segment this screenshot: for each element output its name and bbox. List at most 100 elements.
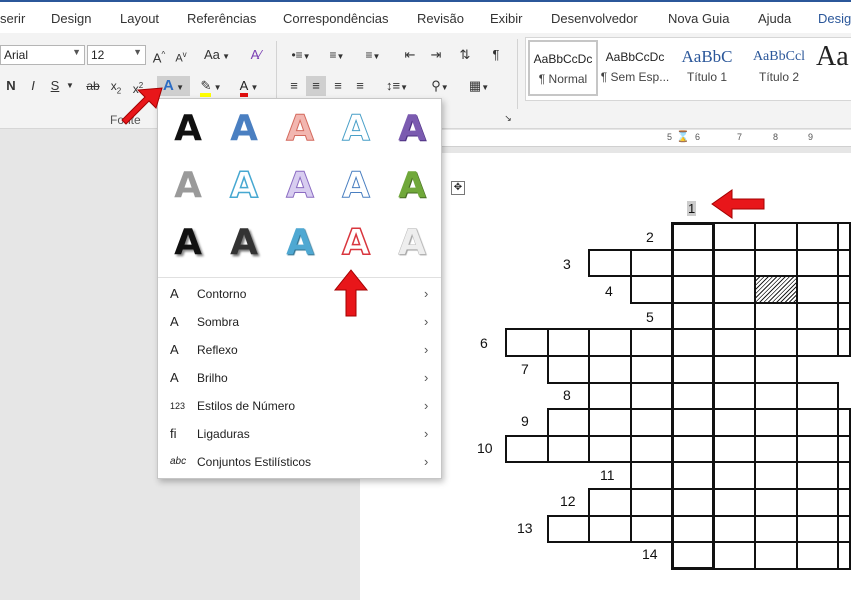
tab-correspondencias[interactable]: Correspondências: [283, 11, 389, 26]
bullets-button[interactable]: •≡▼: [286, 45, 316, 65]
menu-item-stylistic-sets[interactable]: abc Conjuntos Estilísticos ›: [158, 448, 441, 476]
tab-nova-guia[interactable]: Nova Guia: [668, 11, 729, 26]
menu-item-shadow[interactable]: A Sombra ›: [158, 308, 441, 336]
font-name-combo[interactable]: Arial ▼: [0, 45, 85, 65]
crossword-cell[interactable]: [796, 302, 839, 330]
style-title[interactable]: Aa: [816, 40, 850, 96]
crossword-cell[interactable]: [837, 408, 851, 437]
text-effect-option[interactable]: A: [390, 107, 434, 151]
crossword-cell[interactable]: [796, 515, 839, 543]
tab-design-table[interactable]: Desig: [818, 11, 851, 26]
crossword-cell[interactable]: [796, 541, 839, 570]
crossword-cell[interactable]: [837, 302, 851, 330]
change-case-button[interactable]: Aa ▼: [202, 45, 232, 65]
crossword-cell[interactable]: [588, 328, 632, 357]
shading-button[interactable]: ⚲▼: [425, 76, 455, 96]
text-effect-option[interactable]: A: [278, 107, 322, 151]
text-effect-option[interactable]: A: [334, 107, 378, 151]
crossword-answer-column[interactable]: [671, 222, 715, 570]
shrink-font-button[interactable]: Av: [172, 45, 190, 65]
crossword-cell[interactable]: [547, 355, 590, 384]
text-effect-option[interactable]: A: [222, 107, 266, 151]
table-move-handle-icon[interactable]: ✥: [451, 181, 465, 195]
crossword-cell[interactable]: [754, 461, 798, 490]
crossword-cell[interactable]: [754, 541, 798, 570]
style-heading-2[interactable]: AaBbCcl Título 2: [744, 40, 814, 96]
line-spacing-button[interactable]: ↕≡▼: [380, 76, 414, 96]
crossword-cell[interactable]: [713, 382, 756, 410]
text-effect-option[interactable]: A: [166, 164, 210, 208]
text-effect-option[interactable]: A: [222, 221, 266, 265]
crossword-cell[interactable]: [796, 249, 839, 277]
crossword-cell[interactable]: [796, 488, 839, 517]
crossword-cell[interactable]: [713, 249, 756, 277]
crossword-cell[interactable]: [754, 222, 798, 251]
crossword-cell[interactable]: [754, 515, 798, 543]
tab-exibir[interactable]: Exibir: [490, 11, 523, 26]
text-effect-option[interactable]: A: [222, 164, 266, 208]
sort-button[interactable]: ⇅: [455, 45, 475, 65]
crossword-cell[interactable]: [588, 435, 632, 463]
horizontal-ruler[interactable]: 5 6 7 8 9 ⌛: [440, 130, 851, 147]
menu-item-number-styles[interactable]: 123 Estilos de Número ›: [158, 392, 441, 420]
crossword-cell[interactable]: [754, 435, 798, 463]
crossword-cell[interactable]: [713, 328, 756, 357]
highlight-color-button[interactable]: ✎ ▼: [194, 76, 228, 97]
crossword-cell[interactable]: [588, 488, 632, 517]
crossword-cell[interactable]: [713, 222, 756, 251]
crossword-cell[interactable]: [713, 275, 756, 304]
crossword-cell[interactable]: [630, 328, 673, 357]
crossword-cell[interactable]: [837, 328, 851, 357]
style-no-spacing[interactable]: AaBbCcDc ¶ Sem Esp...: [600, 40, 670, 96]
crossword-cell[interactable]: [837, 435, 851, 463]
indent-marker-icon[interactable]: ⌛: [676, 130, 690, 143]
chevron-down-icon[interactable]: ▼: [64, 76, 76, 96]
tab-referencias[interactable]: Referências: [187, 11, 256, 26]
crossword-cell[interactable]: [588, 249, 632, 277]
font-size-combo[interactable]: 12 ▼: [87, 45, 146, 65]
crossword-cell[interactable]: [837, 488, 851, 517]
underline-button[interactable]: S: [46, 76, 64, 96]
grow-font-button[interactable]: A^: [150, 45, 168, 65]
crossword-cell[interactable]: [505, 435, 549, 463]
text-effect-option[interactable]: A: [166, 221, 210, 265]
style-normal[interactable]: AaBbCcDc ¶ Normal: [528, 40, 598, 96]
crossword-cell[interactable]: [837, 222, 851, 251]
crossword-cell[interactable]: [713, 541, 756, 570]
multilevel-list-button[interactable]: ≡▼: [358, 45, 388, 65]
increase-indent-button[interactable]: ⇥: [426, 45, 446, 65]
menu-item-ligatures[interactable]: fi Ligaduras ›: [158, 420, 441, 448]
tab-desenvolvedor[interactable]: Desenvolvedor: [551, 11, 638, 26]
crossword-cell[interactable]: [630, 275, 673, 304]
crossword-cell[interactable]: [505, 328, 549, 357]
text-effect-option[interactable]: A: [278, 164, 322, 208]
crossword-cell[interactable]: [713, 355, 756, 384]
font-color-button[interactable]: A ▼: [232, 76, 266, 97]
crossword-cell[interactable]: [837, 275, 851, 304]
crossword-cell[interactable]: [630, 408, 673, 437]
text-effect-option[interactable]: A: [278, 221, 322, 265]
crossword-cell[interactable]: [547, 408, 590, 437]
menu-item-reflection[interactable]: A Reflexo ›: [158, 336, 441, 364]
clear-formatting-icon[interactable]: A∕: [246, 45, 266, 65]
crossword-cell[interactable]: [754, 355, 798, 384]
text-effect-option[interactable]: A: [390, 164, 434, 208]
crossword-cell[interactable]: [796, 461, 839, 490]
crossword-cell[interactable]: [754, 488, 798, 517]
crossword-cell[interactable]: [796, 328, 839, 357]
decrease-indent-button[interactable]: ⇤: [400, 45, 420, 65]
text-effect-option[interactable]: A: [334, 221, 378, 265]
tab-design[interactable]: Design: [51, 11, 91, 26]
strikethrough-button[interactable]: ab: [82, 76, 104, 96]
crossword-cell[interactable]: [630, 355, 673, 384]
tab-layout[interactable]: Layout: [120, 11, 159, 26]
crossword-cell[interactable]: [713, 435, 756, 463]
crossword-cell[interactable]: [547, 435, 590, 463]
crossword-cell[interactable]: [754, 408, 798, 437]
crossword-cell[interactable]: [754, 249, 798, 277]
crossword-cell[interactable]: [713, 408, 756, 437]
show-marks-button[interactable]: ¶: [486, 45, 506, 65]
crossword-cell[interactable]: [796, 435, 839, 463]
crossword-cell[interactable]: [713, 461, 756, 490]
text-effect-option[interactable]: A: [390, 221, 434, 265]
